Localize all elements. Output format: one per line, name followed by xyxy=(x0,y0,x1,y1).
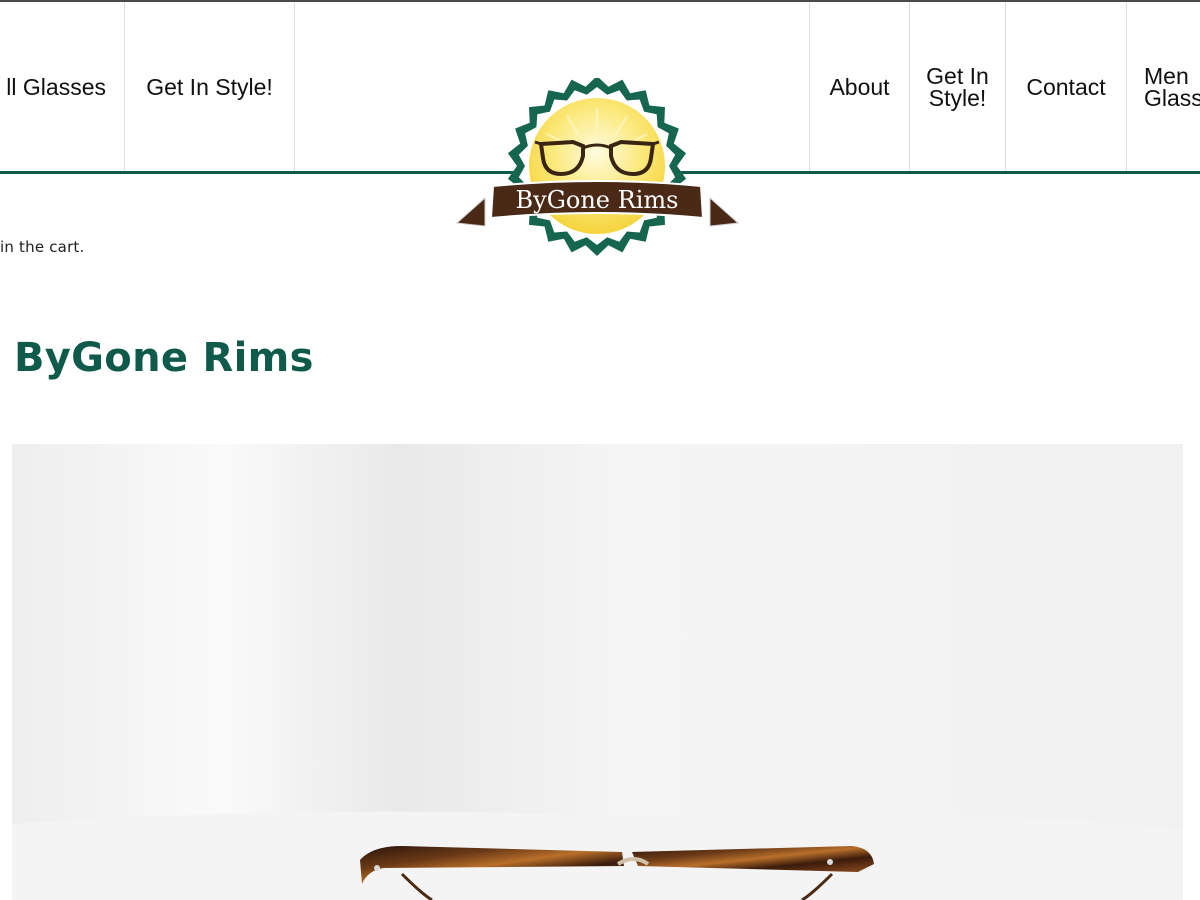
site-logo[interactable]: ByGone Rims xyxy=(455,76,740,260)
nav-item-get-in-style-right[interactable]: Get In Style! xyxy=(910,2,1006,171)
glasses-photo-icon xyxy=(12,444,1183,900)
nav-item-label: Get In Style! xyxy=(146,73,273,100)
logo-text: ByGone Rims xyxy=(516,186,679,214)
nav-item-label: Men Glass xyxy=(1144,62,1200,111)
nav-item-get-in-style[interactable]: Get In Style! xyxy=(125,2,295,171)
nav-item-label: Contact xyxy=(1026,73,1106,100)
page-title: ByGone Rims xyxy=(14,335,314,381)
nav-item-about[interactable]: About xyxy=(809,2,910,171)
nav-item-label: ll Glasses xyxy=(6,73,106,100)
nav-item-contact[interactable]: Contact xyxy=(1006,2,1127,171)
hero-image xyxy=(12,444,1183,900)
logo-badge-icon: ByGone Rims xyxy=(455,76,740,256)
cart-notice: in the cart. xyxy=(0,238,85,256)
nav-item-all-glasses[interactable]: ll Glasses xyxy=(0,2,125,171)
nav-item-label: Get In Style! xyxy=(926,62,989,111)
nav-item-label: About xyxy=(829,73,890,100)
nav-item-mens-glasses[interactable]: Men Glass xyxy=(1127,2,1200,171)
